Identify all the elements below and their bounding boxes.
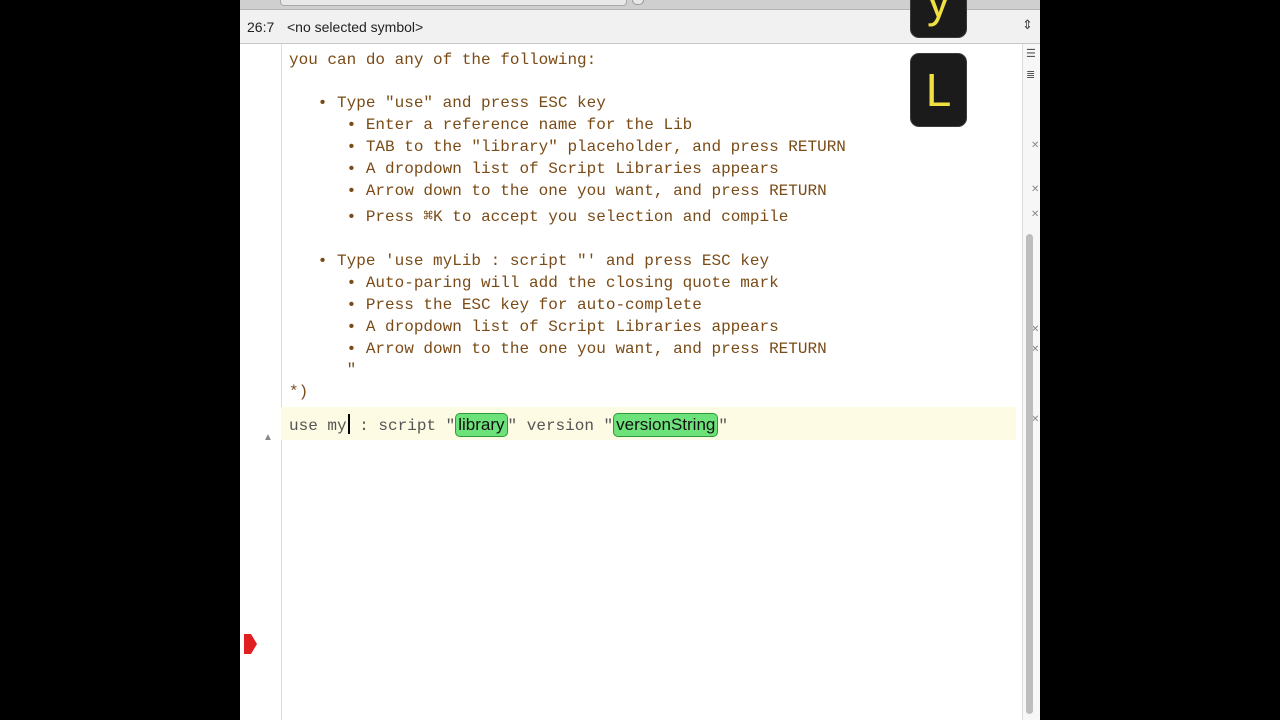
code-text: " [718,417,728,435]
inspector-strip: ☰ ≣ ✕ ✕ ✕ ✕ ✕ ✕ [1022,44,1040,720]
code-text: use my [289,417,347,435]
comment-line: • Press the ESC key for auto-complete [289,296,702,314]
strip-glyph-icon: ✕ [1031,184,1040,195]
strip-glyph-icon: ✕ [1031,140,1040,151]
comment-line: • A dropdown list of Script Libraries ap… [289,160,779,178]
comment-line: • TAB to the "library" placeholder, and … [289,138,846,156]
comment-line: *) [289,383,309,401]
comment-line: " [289,361,357,379]
library-placeholder[interactable]: library [455,413,508,437]
keystroke-badge-l: L [910,53,967,127]
comment-line: • Arrow down to the one you want, and pr… [289,340,827,358]
list-detail-icon[interactable]: ≣ [1026,68,1035,81]
comment-line: • Type "use" and press ESC key [289,94,606,112]
updown-arrows-icon[interactable]: ⇕ [1022,17,1033,33]
comment-line: • A dropdown list of Script Libraries ap… [289,318,779,336]
comment-line: • Type 'use myLib : script "' and press … [289,252,770,270]
comment-line: • Enter a reference name for the Lib [289,116,693,134]
fold-triangle-icon[interactable]: ▲ [263,432,273,443]
symbol-selector[interactable]: <no selected symbol> [287,19,423,35]
comment-line: • Arrow down to the one you want, and pr… [289,182,827,200]
code-line[interactable]: use my : script " library " version " versi… [289,413,728,437]
comment-line: • Press ⌘K to accept you selection and c… [289,208,789,226]
line-gutter: ▲ [240,44,282,720]
keystroke-badge-y: y [910,0,967,38]
strip-glyph-icon: ✕ [1031,209,1040,220]
comment-line: you can do any of the following: [289,51,597,69]
cursor-position: 26:7 [247,19,275,35]
title-tab[interactable] [280,0,627,6]
code-text: " version " [507,417,614,435]
breakpoint-marker-icon[interactable] [244,634,257,654]
title-indicator [632,0,644,5]
version-placeholder[interactable]: versionString [613,413,719,437]
comment-line: • Auto-paring will add the closing quote… [289,274,779,292]
list-icon[interactable]: ☰ [1026,47,1036,60]
vertical-scrollbar[interactable] [1026,234,1033,714]
code-editor[interactable]: you can do any of the following: • Type … [281,44,1022,720]
code-text: : script " [349,417,456,435]
